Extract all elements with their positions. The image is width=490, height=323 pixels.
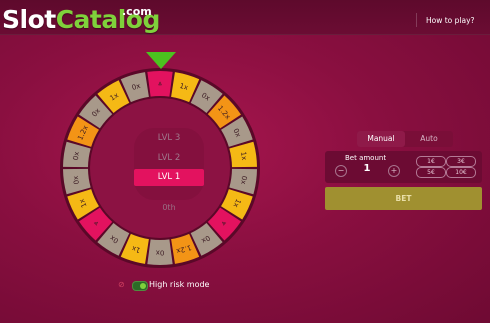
high-risk-label: High risk mode bbox=[149, 280, 210, 289]
wheel-segment-label: 0x bbox=[72, 175, 81, 185]
wheel-segment-label: ⩓ bbox=[158, 80, 162, 88]
bet-amount-label: Bet amount bbox=[345, 154, 387, 162]
tab-manual[interactable]: Manual bbox=[357, 131, 405, 147]
level-1: LVL 1 bbox=[134, 169, 204, 186]
bet-decrease-button[interactable]: − bbox=[335, 165, 347, 177]
chip-3[interactable]: 3€ bbox=[446, 156, 476, 167]
wheel-pointer-icon bbox=[146, 52, 176, 69]
level-3: LVL 3 bbox=[157, 133, 181, 143]
wheel-segment-label: 0x bbox=[156, 249, 165, 257]
high-risk-toggle[interactable] bbox=[132, 281, 148, 291]
toggle-knob bbox=[140, 283, 146, 289]
wheel-segment-label: 1x bbox=[239, 151, 248, 161]
wheel-segment-label: 0x bbox=[72, 151, 81, 161]
wheel-segment-label: 0x bbox=[239, 175, 248, 185]
chip-5[interactable]: 5€ bbox=[416, 167, 446, 178]
bet-increase-button[interactable]: + bbox=[388, 165, 400, 177]
mode-tabs: Manual Auto bbox=[357, 131, 453, 147]
level-2: LVL 2 bbox=[157, 153, 181, 163]
chip-1[interactable]: 1€ bbox=[416, 156, 446, 167]
risk-icon: ⊘ bbox=[118, 280, 125, 289]
center-label: 0th bbox=[162, 203, 176, 212]
bet-amount-value[interactable]: 1 bbox=[350, 163, 384, 174]
chip-10[interactable]: 10€ bbox=[446, 167, 476, 178]
tab-auto[interactable]: Auto bbox=[405, 131, 453, 147]
bet-button[interactable]: BET bbox=[325, 187, 482, 210]
